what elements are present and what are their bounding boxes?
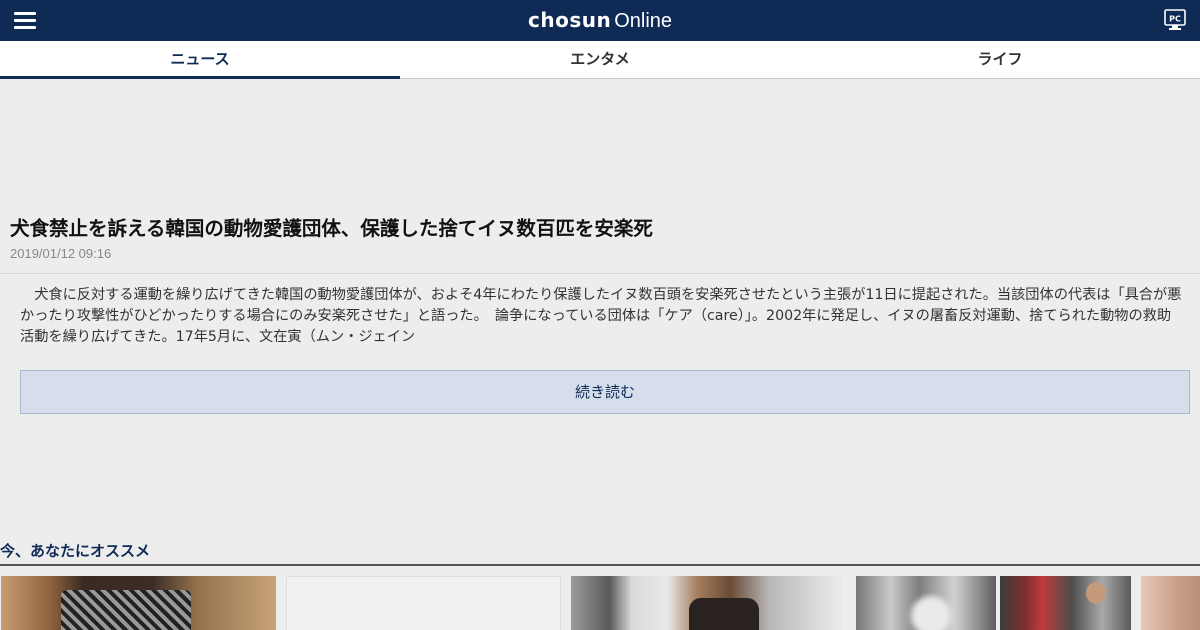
recommend-heading: 今、あなたにオススメ	[0, 542, 151, 560]
article-body: 犬食に反対する運動を繰り広げてきた韓国の動物愛護団体が、およそ4年にわたり保護し…	[20, 287, 1182, 345]
recommend-thumbnail[interactable]	[1, 576, 276, 630]
read-more-button[interactable]: 続き読む	[20, 370, 1190, 414]
logo-main-text: chosun	[527, 8, 612, 32]
tab-life[interactable]: ライフ	[800, 41, 1200, 78]
category-tabs: ニュース エンタメ ライフ	[0, 41, 1200, 79]
recommend-thumbnail[interactable]	[286, 576, 561, 630]
top-header-bar: chosun Online PC	[0, 0, 1200, 41]
recommend-thumbnail[interactable]	[856, 576, 996, 630]
tab-entertainment[interactable]: エンタメ	[400, 41, 800, 78]
article-date: 2019/01/12 09:16	[10, 246, 112, 261]
recommend-thumbnail[interactable]	[1141, 576, 1200, 630]
article-headline: 犬食禁止を訴える韓国の動物愛護団体、保護した捨てイヌ数百匹を安楽死	[10, 217, 653, 240]
divider	[0, 273, 1200, 274]
pc-monitor-icon[interactable]: PC	[1164, 9, 1186, 31]
pc-label: PC	[1169, 15, 1181, 24]
recommend-thumbnail[interactable]	[571, 576, 846, 630]
logo-sub-text: Online	[614, 10, 673, 32]
recommend-list	[0, 576, 1200, 630]
recommend-thumbnail[interactable]	[1000, 576, 1131, 630]
recommend-divider	[0, 564, 1200, 566]
tab-news[interactable]: ニュース	[0, 41, 400, 79]
site-logo[interactable]: chosun Online	[0, 8, 1200, 33]
